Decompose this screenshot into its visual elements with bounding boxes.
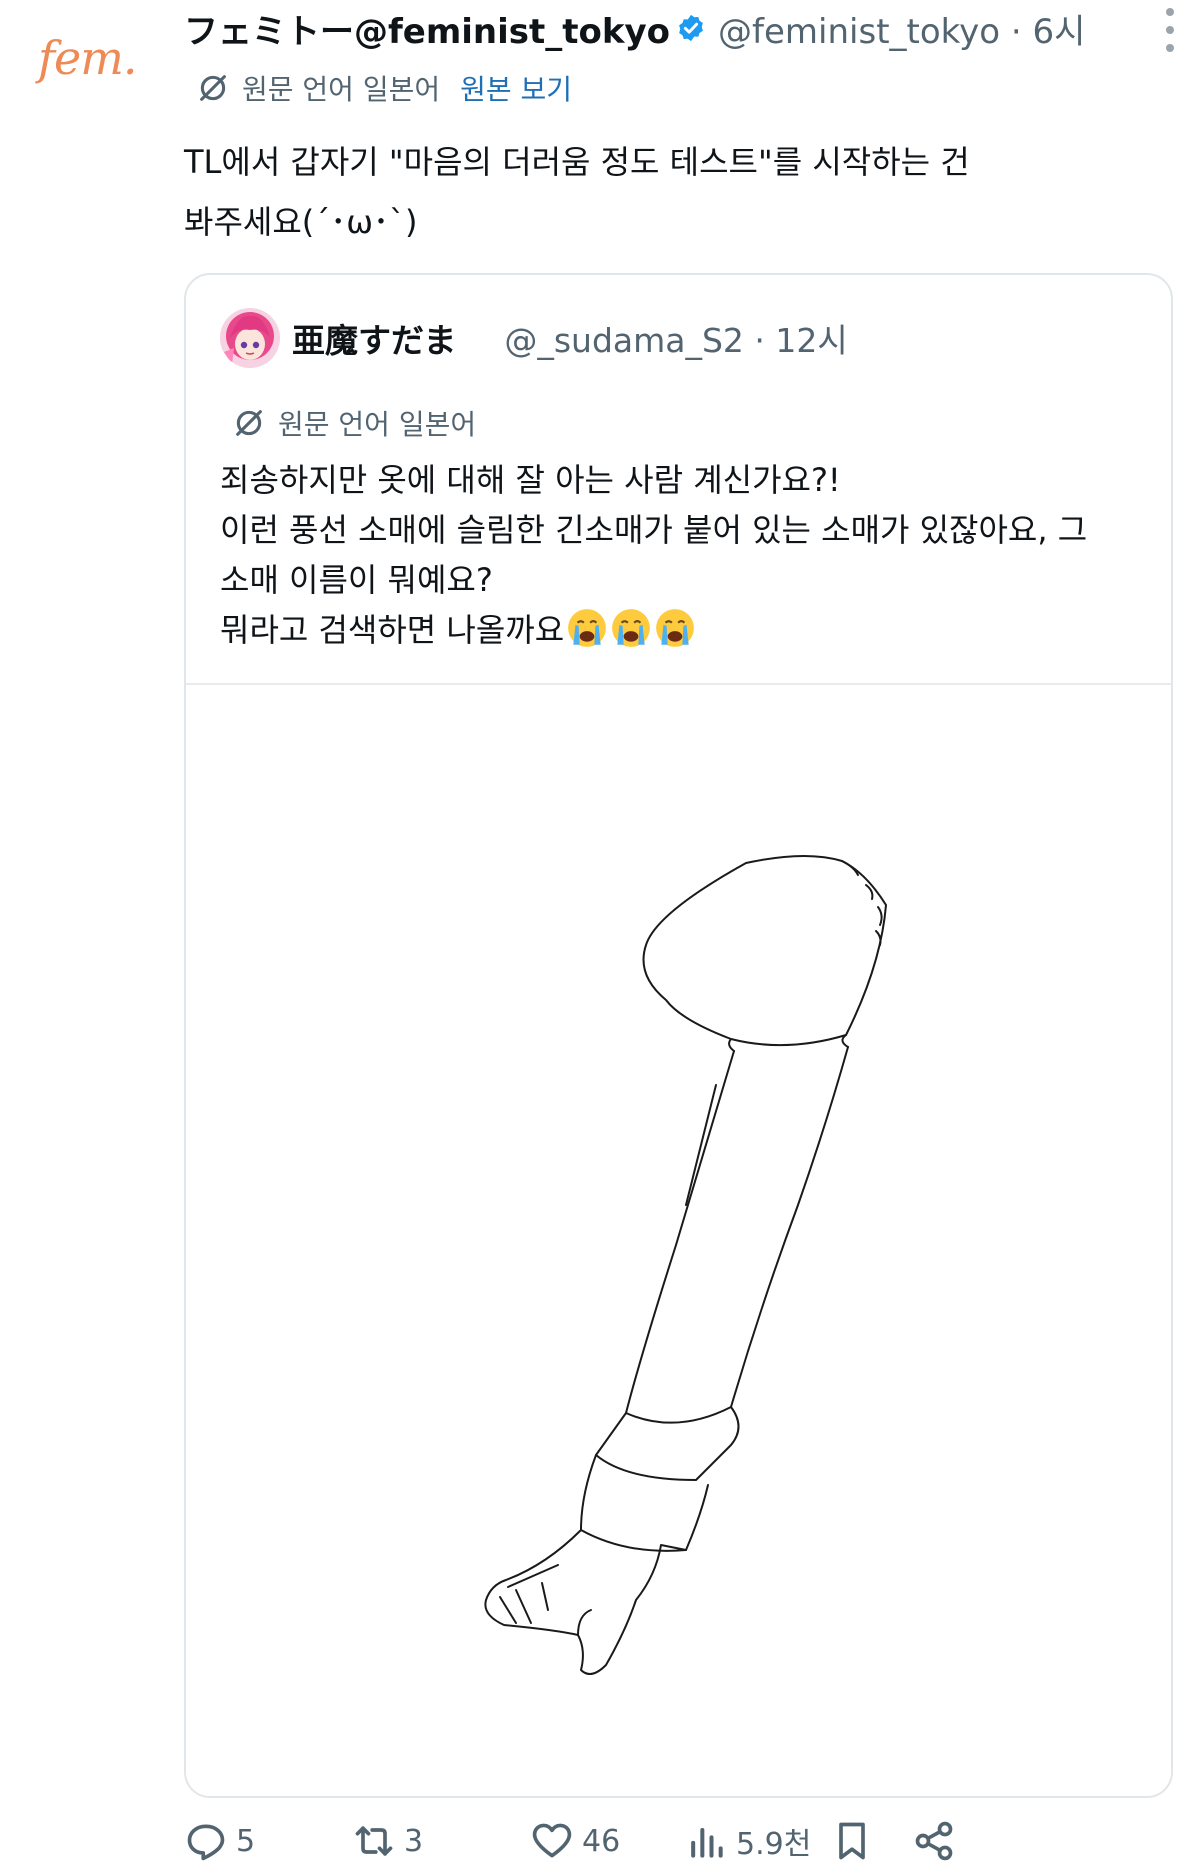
views-count: 5.9천 xyxy=(736,1827,812,1862)
translation-label: 원문 언어 일본어 xyxy=(278,408,477,441)
quoted-tweet-header: 亜魔すだま @_sudama_S2 · 12시 xyxy=(220,307,848,369)
views-button[interactable]: 5.9천 xyxy=(684,1819,811,1863)
tweet-text-line: 봐주세요(´･ω･`) xyxy=(184,203,418,241)
quoted-text-line: 뭐라고 검색하면 나올까요 xyxy=(220,611,565,649)
tweet-text: TL에서 갑자기 "마음의 더러움 정도 테스트"를 시작하는 건 봐주세요(´… xyxy=(184,132,1044,252)
reply-icon xyxy=(187,1824,225,1861)
retweet-button[interactable]: 3 xyxy=(352,1819,423,1863)
author-handle-time[interactable]: @feminist_tokyo · 6시 xyxy=(718,4,1085,53)
bookmark-button[interactable] xyxy=(830,1819,874,1863)
quoted-text-line: 죄송하지만 옷에 대해 잘 아는 사람 계신가요?! xyxy=(220,461,841,499)
sleeve-sketch-drawing xyxy=(484,855,887,1675)
translate-icon xyxy=(236,410,262,436)
quoted-text-line: 이런 풍선 소매에 슬림한 긴소매가 붙어 있는 소매가 있잖아요, 그 xyxy=(220,511,1088,549)
verified-badge-icon xyxy=(679,14,703,42)
quoted-tweet-text: 죄송하지만 옷에 대해 잘 아는 사람 계신가요?! 이런 풍선 소매에 슬림한… xyxy=(220,455,1150,655)
more-options-icon[interactable] xyxy=(1160,8,1180,52)
quoted-translation-info: 원문 언어 일본어 xyxy=(232,401,476,445)
translation-info: 원문 언어 일본어 원본 보기 xyxy=(196,66,572,110)
translation-label: 원문 언어 일본어 xyxy=(242,73,441,106)
translate-icon xyxy=(200,75,226,101)
quoted-text-line-last: 뭐라고 검색하면 나올까요 xyxy=(220,605,1150,655)
heart-icon xyxy=(532,1823,572,1858)
reply-count: 5 xyxy=(236,1823,256,1859)
like-count: 46 xyxy=(582,1823,621,1859)
bookmark-icon xyxy=(839,1822,865,1860)
share-button[interactable] xyxy=(912,1819,956,1863)
show-original-link[interactable]: 원본 보기 xyxy=(460,68,572,108)
views-chart-icon xyxy=(691,1827,723,1858)
share-icon xyxy=(915,1821,953,1861)
tweet-header: フェミトー@feminist_tokyo @feminist_tokyo · 6… xyxy=(184,0,1180,56)
author-avatar[interactable]: fem. xyxy=(38,28,138,88)
quoted-tweet-card[interactable]: 亜魔すだま @_sudama_S2 · 12시 원문 언어 일본어 죄송하지만 … xyxy=(184,273,1173,1798)
sleeve-sketch-image[interactable] xyxy=(186,685,1171,1796)
quoted-author-avatar[interactable] xyxy=(220,308,280,368)
tweet-action-bar: 5 3 46 5.9천 xyxy=(184,1817,1184,1867)
tweet-text-line: TL에서 갑자기 "마음의 더러움 정도 테스트"를 시작하는 건 xyxy=(184,143,970,181)
retweet-icon xyxy=(355,1826,393,1856)
quoted-author-name[interactable]: 亜魔すだま xyxy=(292,314,456,362)
crying-face-emoji-icon xyxy=(564,609,696,649)
quoted-text-line: 소매 이름이 뭐예요? xyxy=(220,561,493,599)
like-button[interactable]: 46 xyxy=(530,1819,620,1863)
author-display-name[interactable]: フェミトー@feminist_tokyo xyxy=(184,4,670,53)
reply-button[interactable]: 5 xyxy=(184,1819,255,1863)
quoted-author-handle-time[interactable]: @_sudama_S2 · 12시 xyxy=(504,314,847,362)
retweet-count: 3 xyxy=(404,1823,424,1859)
